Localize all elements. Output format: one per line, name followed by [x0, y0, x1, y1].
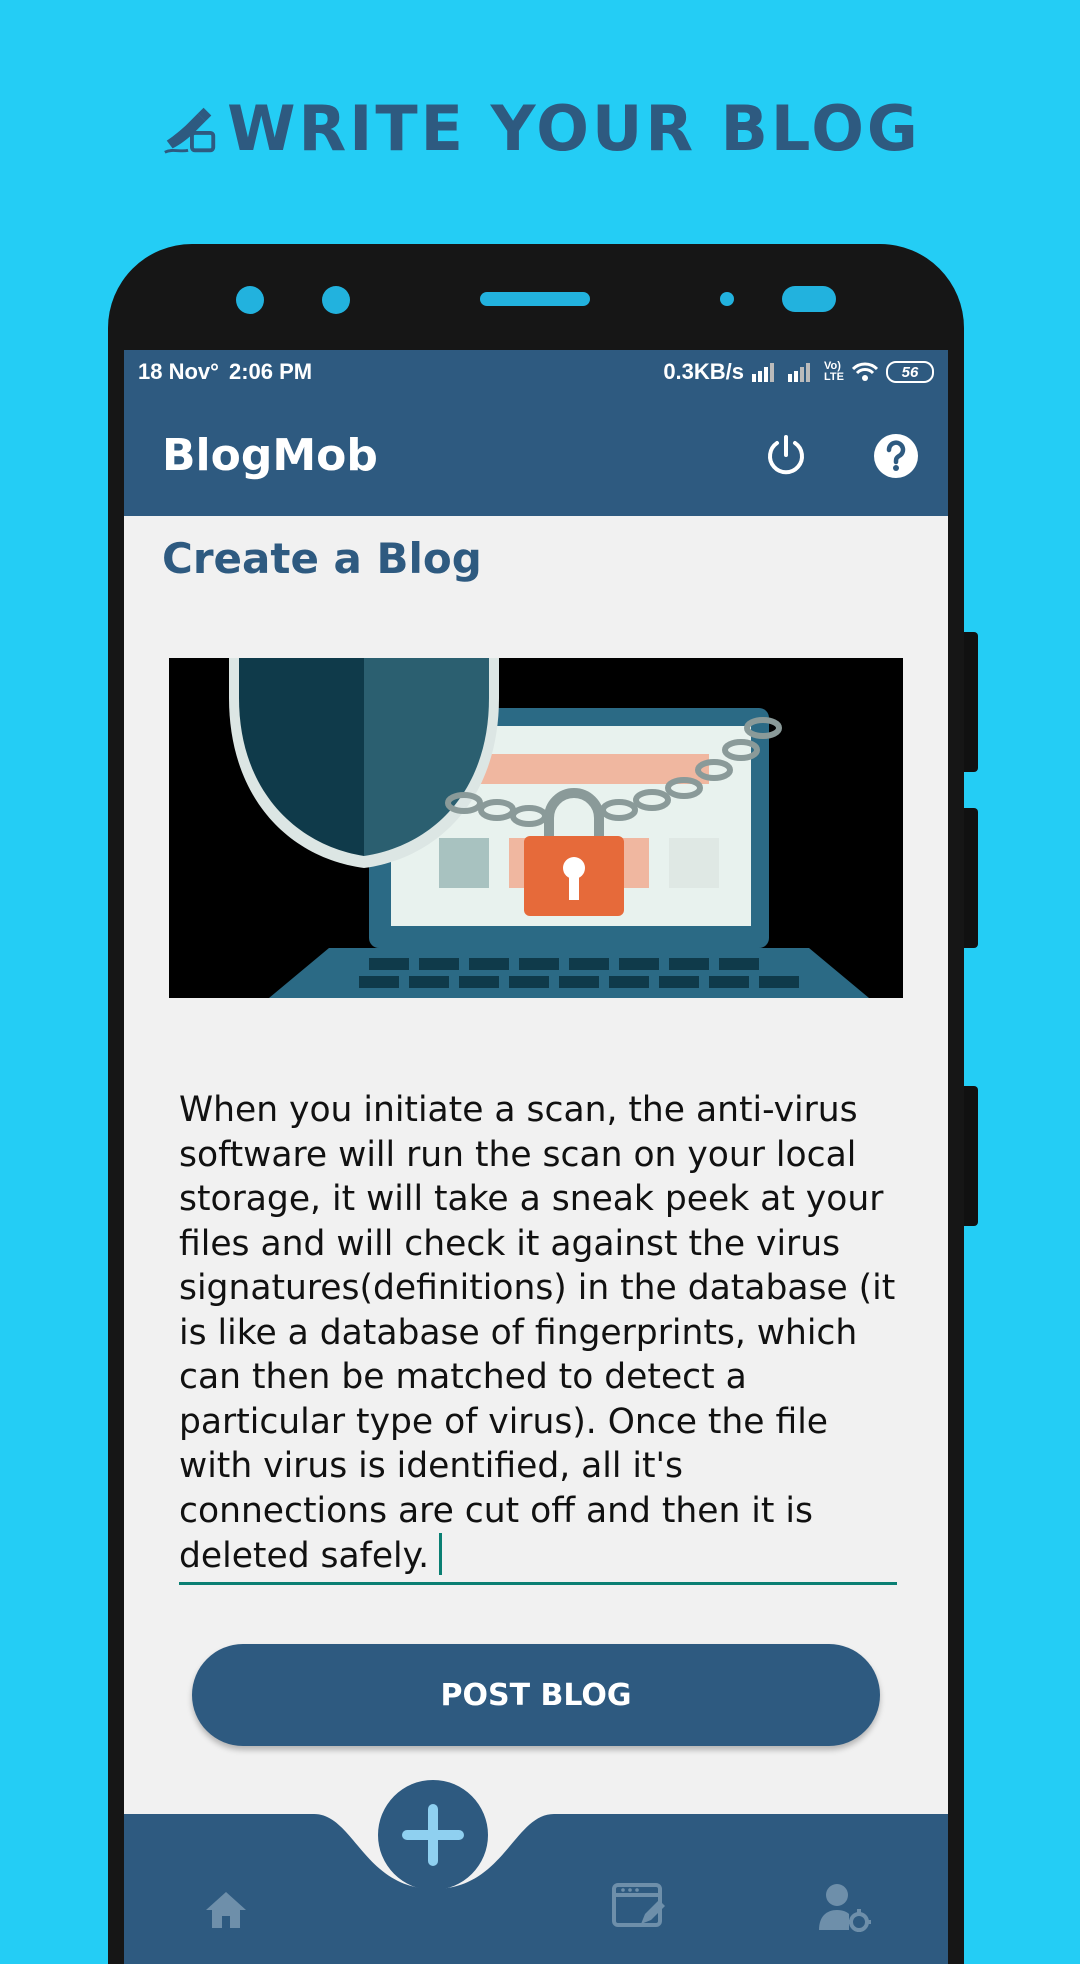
nav-user-settings[interactable] — [816, 1880, 872, 1934]
help-icon — [874, 434, 918, 478]
home-icon — [206, 1892, 246, 1928]
page-title: Create a Blog — [162, 534, 482, 583]
front-camera — [322, 286, 350, 314]
security-laptop-lock-image — [169, 658, 903, 998]
earpiece-speaker — [480, 292, 590, 306]
blog-image[interactable] — [169, 658, 903, 998]
power-icon — [768, 435, 804, 475]
post-blog-button[interactable]: POST BLOG — [192, 1644, 880, 1746]
my-blogs-icon — [612, 1883, 665, 1927]
flash-sensor — [782, 286, 836, 312]
phone-side-button — [964, 808, 978, 948]
volte-label: Vo) LTE — [824, 360, 844, 383]
promo-header: WRITE YOUR BLOG — [0, 92, 1080, 165]
front-sensor — [236, 286, 264, 314]
add-icon — [402, 1804, 464, 1866]
pen-writing-icon — [164, 107, 216, 154]
app-title: BlogMob — [162, 429, 378, 481]
status-time: 2:06 PM — [228, 359, 313, 384]
signal-icon — [788, 363, 811, 382]
blog-text: When you initiate a scan, the anti-virus… — [179, 1090, 896, 1576]
help-button[interactable] — [872, 432, 920, 480]
network-speed: 0.3KB/s — [663, 359, 745, 384]
status-bar: 18 Nov° 2:06 PM 0.3KB/s Vo) LTE 56 — [124, 350, 948, 394]
power-button[interactable] — [762, 432, 810, 480]
user-settings-icon — [819, 1884, 871, 1932]
wifi-icon — [852, 362, 878, 381]
proximity-sensor — [720, 292, 734, 306]
status-date: 18 Nov° — [138, 359, 219, 384]
text-cursor — [439, 1533, 443, 1575]
app-bar: BlogMob — [124, 394, 948, 516]
phone-side-button — [964, 1086, 978, 1226]
phone-side-button — [964, 632, 978, 772]
phone-frame: 18 Nov° 2:06 PM 0.3KB/s Vo) LTE 56 BlogM… — [108, 244, 978, 1964]
post-blog-label: POST BLOG — [440, 1677, 632, 1713]
promo-title: WRITE YOUR BLOG — [227, 92, 921, 165]
input-underline — [179, 1582, 897, 1585]
nav-my-blogs[interactable] — [610, 1880, 668, 1934]
battery-icon: 56 — [886, 361, 934, 383]
blog-text-input[interactable]: When you initiate a scan, the anti-virus… — [179, 1088, 897, 1579]
add-blog-button[interactable] — [378, 1780, 488, 1890]
nav-home[interactable] — [202, 1886, 250, 1934]
signal-icon — [752, 363, 775, 382]
phone-screen: 18 Nov° 2:06 PM 0.3KB/s Vo) LTE 56 BlogM… — [124, 350, 948, 1964]
